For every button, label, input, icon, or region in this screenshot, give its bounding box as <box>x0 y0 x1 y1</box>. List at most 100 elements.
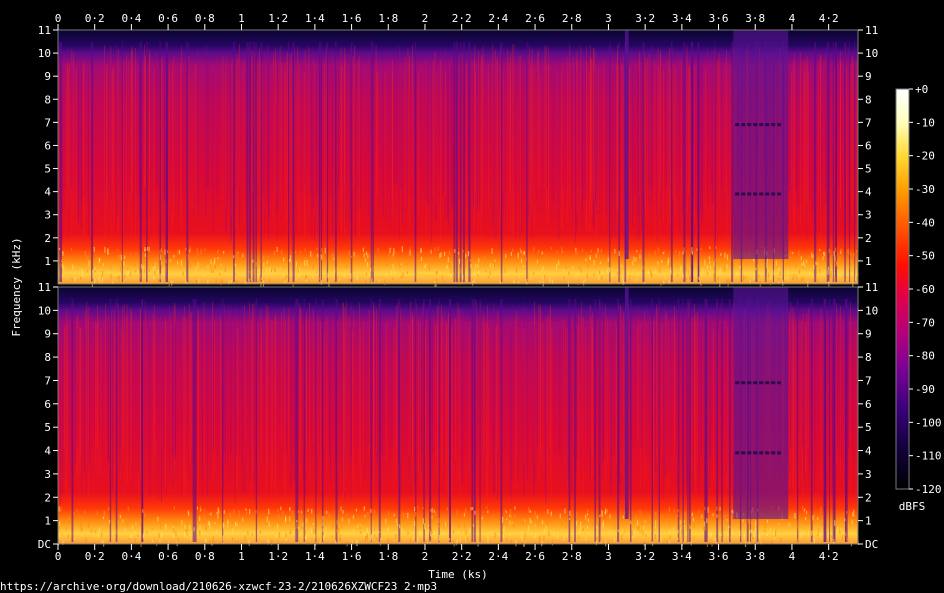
x-axis-label: Time (ks) <box>428 568 488 581</box>
quiet-segment <box>624 30 629 259</box>
y-tick-label-right: 7 <box>865 374 872 387</box>
y-tick-label-right: 2 <box>865 491 872 504</box>
source-url: https://archive·org/download/210626-xzwc… <box>0 580 437 593</box>
x-tick-label-bottom: 4·2 <box>819 550 839 563</box>
x-tick-label-bottom: 0·6 <box>158 550 178 563</box>
x-tick-label-top: 0·2 <box>85 12 105 25</box>
x-tick-label-top: 0 <box>55 12 62 25</box>
y-tick-label-left: DC <box>38 538 51 551</box>
colorbar-tick-label: -30 <box>915 183 935 196</box>
y-tick-label-left: 5 <box>44 421 51 434</box>
x-tick-label-bottom: 0·8 <box>195 550 215 563</box>
y-tick-label-right: 10 <box>865 304 878 317</box>
colorbar: +0 -10 -20 -30 -40 -50 -60 -70 -80 -90 -100 -110 -12… <box>895 83 942 496</box>
y-tick-label-right: 2 <box>865 232 872 245</box>
x-tick-label-bottom: 2·6 <box>525 550 545 563</box>
y-tick-label-right: 3 <box>865 468 872 481</box>
colorbar-tick-label: -90 <box>915 383 935 396</box>
y-tick-label-left: 6 <box>44 139 51 152</box>
colorbar-tick-label: -80 <box>915 350 935 363</box>
x-tick-label-top: 3·4 <box>672 12 692 25</box>
colorbar-tick-label: -110 <box>915 450 942 463</box>
x-tick-label-top: 3 <box>605 12 612 25</box>
y-tick-label-right: 9 <box>865 328 872 341</box>
y-tick-label-left: 5 <box>44 163 51 176</box>
x-tick-label-top: 2·8 <box>562 12 582 25</box>
y-tick-label-left: 6 <box>44 398 51 411</box>
colorbar-tick-label: -120 <box>915 483 942 496</box>
x-tick-label-bottom: 0 <box>55 550 62 563</box>
y-tick-label-left: 10 <box>38 47 51 60</box>
x-tick-label-top: 3·2 <box>635 12 655 25</box>
colorbar-tick-label: -10 <box>915 116 935 129</box>
y-tick-label-right: 10 <box>865 47 878 60</box>
x-tick-label-top: 1 <box>238 12 245 25</box>
spectrogram-panel-lower <box>57 286 859 548</box>
y-tick-label-left: 10 <box>38 304 51 317</box>
colorbar-tick-label: -60 <box>915 283 935 296</box>
x-tick-label-bottom: 0·4 <box>121 550 141 563</box>
x-tick-label-bottom: 1·6 <box>342 550 362 563</box>
x-tick-label-top: 2·6 <box>525 12 545 25</box>
spectrogram-chart: 000·20·20·40·40·60·60·80·8111·21·21·41·4… <box>0 12 942 593</box>
y-tick-label-right: 11 <box>865 281 878 294</box>
quiet-segment <box>733 30 789 259</box>
y-tick-label-right: 5 <box>865 163 872 176</box>
colorbar-tick-label: -50 <box>915 250 935 263</box>
x-tick-label-bottom: 3·8 <box>745 550 765 563</box>
x-tick-label-top: 1·6 <box>342 12 362 25</box>
y-tick-label-left: 11 <box>38 281 51 294</box>
x-tick-label-top: 2·2 <box>452 12 472 25</box>
colorbar-tick-label: -100 <box>915 416 942 429</box>
x-tick-label-top: 3·8 <box>745 12 765 25</box>
y-tick-label-left: 2 <box>44 232 51 245</box>
x-tick-label-top: 1·4 <box>305 12 325 25</box>
y-tick-label-left: 4 <box>44 445 51 458</box>
y-tick-label-left: 2 <box>44 491 51 504</box>
x-tick-label-bottom: 1 <box>238 550 245 563</box>
y-tick-label-right: 8 <box>865 351 872 364</box>
x-tick-label-bottom: 0·2 <box>85 550 105 563</box>
y-tick-label-left: 9 <box>44 328 51 341</box>
y-tick-label-left: 3 <box>44 209 51 222</box>
y-tick-label-right: 3 <box>865 209 872 222</box>
y-tick-label-right: 11 <box>865 24 878 37</box>
x-tick-label-bottom: 3 <box>605 550 612 563</box>
y-tick-label-right: 4 <box>865 445 872 458</box>
y-tick-label-left: 7 <box>44 374 51 387</box>
y-tick-label-right: 6 <box>865 139 872 152</box>
colorbar-gradient <box>895 88 910 490</box>
x-tick-label-bottom: 2 <box>422 550 429 563</box>
y-tick-label-left: 1 <box>44 255 51 268</box>
y-tick-label-right: DC <box>865 538 878 551</box>
y-axis-label: Frequency (kHz) <box>10 237 23 336</box>
x-tick-label-bottom: 1·4 <box>305 550 325 563</box>
x-tick-label-top: 2 <box>422 12 429 25</box>
x-tick-label-bottom: 3·4 <box>672 550 692 563</box>
y-tick-label-left: 11 <box>38 24 51 37</box>
x-tick-label-top: 3·6 <box>709 12 729 25</box>
y-tick-label-left: 7 <box>44 116 51 129</box>
y-tick-label-right: 6 <box>865 398 872 411</box>
x-tick-label-bottom: 3·2 <box>635 550 655 563</box>
x-tick-label-bottom: 2·2 <box>452 550 472 563</box>
colorbar-tick-label: -40 <box>915 216 935 229</box>
x-tick-label-bottom: 1·8 <box>378 550 398 563</box>
colorbar-tick-label: -20 <box>915 150 935 163</box>
y-tick-label-right: 4 <box>865 186 872 199</box>
y-tick-label-left: 1 <box>44 515 51 528</box>
y-tick-label-right: 1 <box>865 515 872 528</box>
y-tick-label-left: 9 <box>44 70 51 83</box>
x-tick-label-bottom: 4 <box>789 550 796 563</box>
y-tick-label-right: 7 <box>865 116 872 129</box>
quiet-segment <box>624 287 629 519</box>
x-tick-label-top: 0·4 <box>121 12 141 25</box>
y-tick-label-left: 4 <box>44 186 51 199</box>
x-tick-label-bottom: 2·8 <box>562 550 582 563</box>
y-tick-label-right: 1 <box>865 255 872 268</box>
x-tick-label-top: 4·2 <box>819 12 839 25</box>
x-tick-label-top: 1·8 <box>378 12 398 25</box>
y-tick-label-right: 5 <box>865 421 872 434</box>
spectrogram-panel-upper <box>57 29 859 288</box>
x-tick-label-bottom: 1·2 <box>268 550 288 563</box>
